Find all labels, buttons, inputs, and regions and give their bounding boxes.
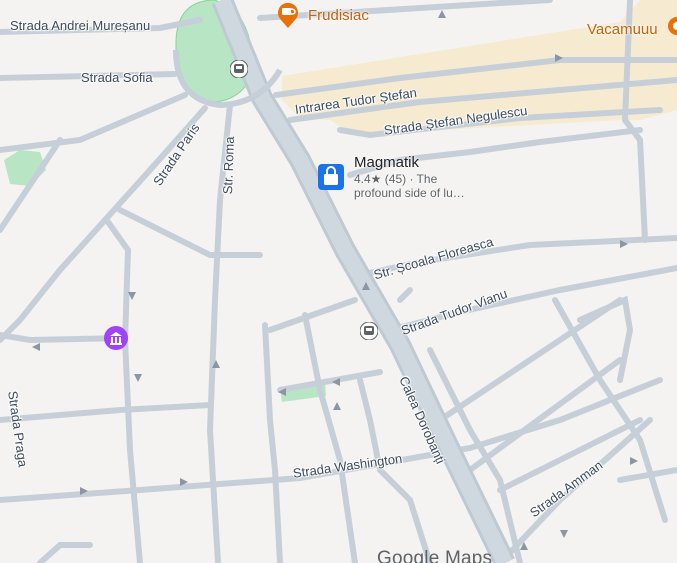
coffee-icon[interactable]	[275, 0, 301, 30]
bus-stop-icon[interactable]	[360, 322, 378, 340]
museum-icon[interactable]	[103, 325, 129, 351]
poi-magmatik-rating: 4.4★ (45) · The	[354, 172, 438, 186]
poi-magmatik-name[interactable]: Magmatik	[354, 154, 419, 171]
restaurant-icon[interactable]	[667, 16, 677, 42]
street-label-andrei-muresanu: Strada Andrei Mureșanu	[10, 18, 151, 33]
street-label-sofia: Strada Sofia	[81, 70, 153, 85]
poi-magmatik-description: profound side of lu…	[354, 186, 465, 200]
poi-frudisiac-label[interactable]: Frudisiac	[308, 7, 369, 24]
google-maps-logo: Google Maps	[377, 548, 493, 563]
shopping-bag-icon[interactable]	[318, 164, 344, 190]
bus-stop-icon[interactable]	[230, 60, 248, 78]
street-label-roma: Str. Roma	[220, 136, 238, 195]
poi-vacamuuu-label[interactable]: Vacamuuu	[587, 21, 658, 38]
map-view[interactable]: Strada Andrei Mureșanu Strada Sofia Stra…	[0, 0, 677, 563]
